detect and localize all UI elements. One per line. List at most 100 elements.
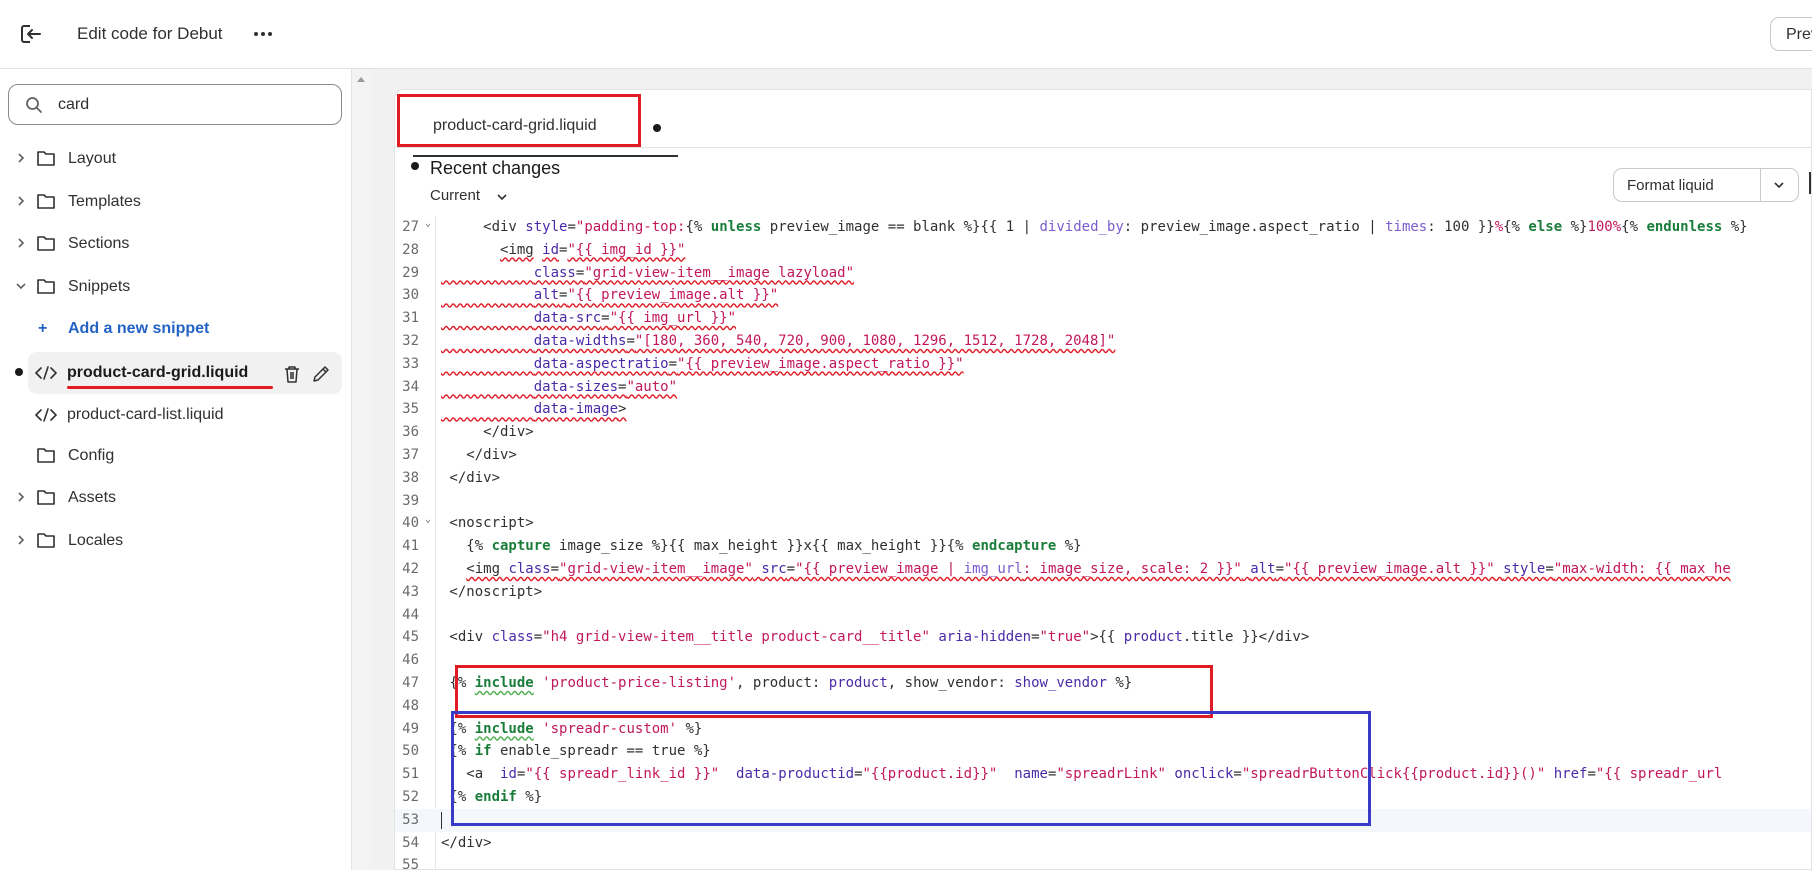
line-number: 44: [402, 606, 419, 623]
folder-label: Snippets: [68, 278, 131, 295]
chevron-right-icon[interactable]: [14, 533, 28, 547]
code-text: </noscript>: [441, 583, 543, 600]
format-label: Format liquid: [1627, 177, 1714, 194]
text-cursor: [441, 811, 442, 829]
code-line-active: 53: [395, 808, 1811, 832]
version-select[interactable]: Current: [430, 187, 480, 204]
trash-icon[interactable]: [283, 364, 301, 384]
line-number: 37: [402, 447, 419, 463]
code-line: 52 {% endif %}: [395, 786, 1811, 809]
code-editor-panel: product-card-grid.liquid Recent changes …: [394, 89, 1812, 870]
code-text: {% include 'product-price-listing', prod…: [441, 675, 1133, 691]
line-number: 54: [402, 834, 419, 851]
line-number: 32: [402, 333, 419, 349]
line-number: 34: [402, 378, 419, 395]
search-input[interactable]: card: [8, 84, 342, 125]
pencil-icon[interactable]: [311, 364, 331, 384]
code-text: data-widths="[180, 360, 540, 720, 900, 1…: [533, 333, 1116, 349]
format-liquid-button[interactable]: Format liquid: [1613, 168, 1799, 202]
chevron-right-icon[interactable]: [14, 194, 28, 208]
code-file-icon: [35, 408, 57, 422]
folder-icon: [37, 448, 55, 463]
line-number: 45: [402, 629, 419, 646]
line-number: 30: [402, 287, 419, 304]
line-number: 38: [402, 469, 419, 486]
chevron-right-icon[interactable]: [14, 236, 28, 250]
code-line: 45 <div class="h4 grid-view-item__title …: [395, 626, 1811, 649]
folder-label: Templates: [68, 193, 141, 210]
code-area[interactable]: 27 ⌄ <div style="padding-top:{% unless pr…: [395, 216, 1811, 869]
line-number: 51: [402, 766, 419, 783]
line-number: 42: [402, 561, 419, 577]
code-text: <div class="h4 grid-view-item__title pro…: [441, 629, 1310, 646]
code-text: <div style="padding-top:{% unless previe…: [441, 219, 1748, 235]
code-line: 42 <img class="grid-view-item__image" sr…: [395, 558, 1811, 581]
code-line: 46: [395, 649, 1811, 672]
line-number: 47: [402, 675, 419, 691]
line-number: 53: [402, 811, 419, 828]
code-line: 50 {% if enable_spreadr == true %}: [395, 740, 1811, 763]
top-bar: Edit code for Debut Preview: [0, 0, 1812, 69]
preview-button[interactable]: Preview: [1770, 17, 1812, 51]
folder-locales[interactable]: Locales: [0, 523, 352, 559]
code-text: data-src="{{ img_url }}": [533, 310, 737, 327]
code-line: 43 </noscript>: [395, 581, 1811, 604]
folder-layout[interactable]: Layout: [0, 141, 352, 177]
button-divider: [1760, 169, 1761, 201]
line-number: 39: [402, 492, 419, 509]
code-line: 38 </div>: [395, 467, 1811, 490]
line-number: 50: [402, 743, 419, 760]
line-number: 40: [402, 515, 419, 532]
code-text: data-sizes="auto": [533, 378, 678, 395]
folder-label: Assets: [68, 489, 117, 506]
folder-snippets[interactable]: Snippets: [0, 269, 352, 305]
code-text: <a id="{{ spreadr_link_id }}" data-produ…: [441, 766, 1723, 783]
code-text: </div>: [441, 424, 534, 441]
fold-icon[interactable]: ⌄: [425, 218, 431, 229]
code-line: 36 </div>: [395, 421, 1811, 444]
add-snippet-button[interactable]: + Add a new snippet: [0, 311, 352, 347]
code-text: <img id="{{ img_id }}": [500, 241, 686, 258]
active-tab-indicator: [413, 155, 678, 157]
code-line: 32 data-widths="[180, 360, 540, 720, 900…: [395, 330, 1811, 353]
folder-icon: [37, 236, 55, 251]
folder-sections[interactable]: Sections: [0, 226, 352, 262]
unsaved-dot: [15, 368, 23, 376]
line-number: 33: [402, 355, 419, 372]
code-line: 48: [395, 695, 1811, 718]
fold-icon[interactable]: ⌄: [425, 514, 431, 525]
exit-icon[interactable]: [20, 23, 46, 45]
line-number: 31: [402, 310, 419, 327]
changes-dot: [411, 162, 419, 170]
search-value[interactable]: card: [58, 96, 89, 114]
tab-divider: [395, 147, 1811, 148]
chevron-right-icon[interactable]: [14, 151, 28, 165]
more-icon[interactable]: [252, 24, 274, 44]
tab-product-card-grid[interactable]: product-card-grid.liquid: [413, 100, 678, 157]
plus-icon: +: [38, 320, 48, 337]
folder-config[interactable]: Config: [0, 438, 352, 474]
line-number: 29: [402, 264, 419, 281]
code-line: 44: [395, 604, 1811, 627]
chevron-right-icon[interactable]: [14, 490, 28, 504]
file-label[interactable]: product-card-grid.liquid: [67, 364, 248, 382]
recent-changes-title: Recent changes: [430, 158, 561, 178]
chevron-down-icon[interactable]: [14, 279, 28, 293]
line-number: 36: [402, 424, 419, 441]
file-label[interactable]: product-card-list.liquid: [67, 406, 224, 424]
sidebar-scrollbar[interactable]: [352, 69, 370, 870]
annotation-underline: [67, 386, 273, 389]
folder-icon: [37, 533, 55, 548]
code-text: <img class="grid-view-item__image" src="…: [466, 561, 1731, 577]
line-number: 48: [402, 697, 419, 714]
code-line: 51 <a id="{{ spreadr_link_id }}" data-pr…: [395, 763, 1811, 786]
code-text: alt="{{ preview_image.alt }}": [533, 287, 779, 304]
line-number: 52: [402, 789, 419, 805]
chevron-down-icon[interactable]: [1773, 180, 1785, 190]
folder-assets[interactable]: Assets: [0, 480, 352, 516]
unsaved-dot: [653, 124, 661, 132]
scroll-up-arrow-icon[interactable]: [357, 77, 365, 82]
code-line: 35 data-image>: [395, 398, 1811, 421]
folder-templates[interactable]: Templates: [0, 184, 352, 220]
chevron-down-icon[interactable]: [496, 192, 508, 202]
